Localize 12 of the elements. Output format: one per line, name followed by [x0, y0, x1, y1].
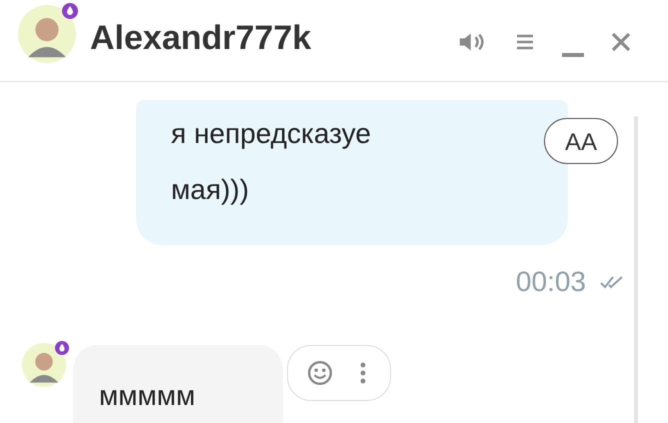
menu-icon — [516, 34, 534, 50]
message-text: я непредсказуе мая))) — [171, 117, 372, 207]
contact-name: Alexandr777k — [90, 18, 312, 59]
smiley-icon — [307, 360, 333, 386]
font-size-button[interactable]: AA — [544, 118, 618, 164]
emoji-button[interactable] — [305, 358, 335, 388]
close-icon — [611, 32, 631, 52]
avatar — [18, 5, 76, 63]
avatar — [22, 343, 66, 387]
more-icon — [360, 362, 366, 384]
message-text: ммммм — [99, 380, 196, 411]
message-time: 00:03 — [516, 265, 586, 299]
